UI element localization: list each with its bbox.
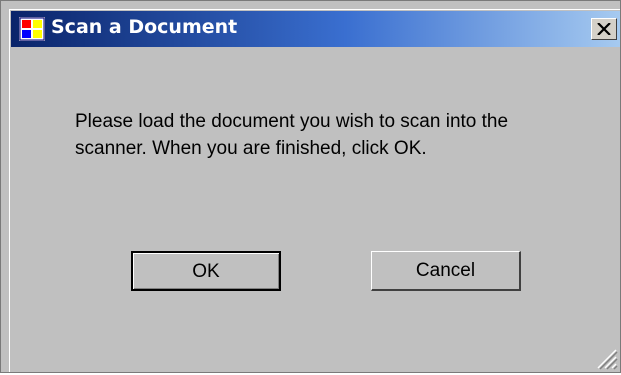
resize-grip-icon[interactable] — [594, 346, 618, 370]
close-icon — [597, 23, 611, 35]
app-window-icon — [19, 17, 45, 41]
close-button[interactable] — [591, 18, 617, 40]
ok-button[interactable]: OK — [131, 251, 281, 291]
title-bar[interactable]: Scan a Document — [11, 11, 620, 47]
window-title: Scan a Document — [51, 16, 238, 38]
cancel-button[interactable]: Cancel — [371, 251, 521, 291]
scan-dialog-window: Scan a Document Please load the document… — [0, 0, 621, 373]
dialog-client-area — [9, 9, 620, 372]
instruction-message: Please load the document you wish to sca… — [75, 111, 509, 159]
